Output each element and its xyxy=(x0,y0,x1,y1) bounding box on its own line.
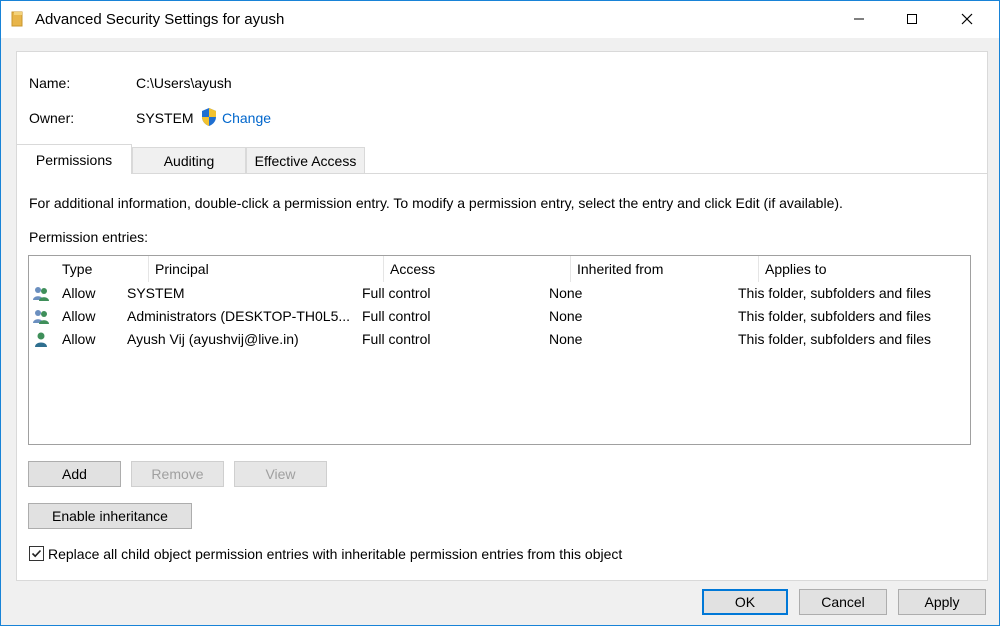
table-row[interactable]: Allow SYSTEM Full control None This fold… xyxy=(29,282,970,305)
enable-inheritance-button[interactable]: Enable inheritance xyxy=(28,503,192,529)
tab-auditing[interactable]: Auditing xyxy=(132,147,246,173)
add-button[interactable]: Add xyxy=(28,461,121,487)
column-header-access[interactable]: Access xyxy=(384,256,571,282)
table-row[interactable]: Allow Administrators (DESKTOP-TH0L5... F… xyxy=(29,305,970,328)
column-header-principal[interactable]: Principal xyxy=(149,256,384,282)
tab-divider xyxy=(16,173,988,174)
close-icon xyxy=(961,12,973,28)
name-value: C:\Users\ayush xyxy=(136,75,232,91)
column-header-applies-to[interactable]: Applies to xyxy=(759,256,970,282)
maximize-icon xyxy=(906,12,918,28)
maximize-button[interactable] xyxy=(886,1,938,38)
cell-inherited-from: None xyxy=(549,285,583,301)
owner-label: Owner: xyxy=(29,110,75,126)
replace-child-permissions-checkbox[interactable] xyxy=(29,546,44,561)
window-title: Advanced Security Settings for ayush xyxy=(35,11,285,28)
tab-auditing-label: Auditing xyxy=(163,153,215,169)
cell-principal: Ayush Vij (ayushvij@live.in) xyxy=(127,331,299,347)
title-bar[interactable]: Advanced Security Settings for ayush xyxy=(1,1,999,38)
permission-entries-label: Permission entries: xyxy=(29,229,149,245)
cell-inherited-from: None xyxy=(549,331,583,347)
cell-principal: SYSTEM xyxy=(127,285,185,301)
cell-inherited-from: None xyxy=(549,308,583,324)
cell-principal: Administrators (DESKTOP-TH0L5... xyxy=(127,308,351,324)
tab-effective-access[interactable]: Effective Access xyxy=(246,147,365,173)
single-user-icon xyxy=(32,331,50,350)
instructions-text: For additional information, double-click… xyxy=(29,195,843,211)
group-users-icon xyxy=(32,285,50,304)
column-header-inherited-from[interactable]: Inherited from xyxy=(571,256,759,282)
advanced-security-window: Advanced Security Settings for ayush Nam… xyxy=(0,0,1000,626)
ok-button[interactable]: OK xyxy=(702,589,788,615)
column-header-type[interactable]: Type xyxy=(56,256,149,282)
name-label: Name: xyxy=(29,75,71,91)
minimize-button[interactable] xyxy=(833,1,885,38)
owner-value: SYSTEM xyxy=(136,110,194,126)
view-button[interactable]: View xyxy=(234,461,327,487)
replace-child-permissions-label[interactable]: Replace all child object permission entr… xyxy=(48,546,622,562)
permission-entries-list[interactable]: Type Principal Access Inherited from App… xyxy=(28,255,971,445)
tab-permissions-label: Permissions xyxy=(35,152,113,168)
cell-applies-to: This folder, subfolders and files xyxy=(738,285,931,301)
folder-icon xyxy=(11,11,25,30)
minimize-icon xyxy=(853,12,865,28)
tab-permissions[interactable]: Permissions xyxy=(16,144,132,174)
cell-access: Full control xyxy=(362,285,431,301)
close-button[interactable] xyxy=(941,1,993,38)
tab-effective-access-label: Effective Access xyxy=(254,153,357,169)
cell-applies-to: This folder, subfolders and files xyxy=(738,308,931,324)
cell-access: Full control xyxy=(362,331,431,347)
cell-access: Full control xyxy=(362,308,431,324)
change-owner-link[interactable]: Change xyxy=(222,110,271,126)
cell-applies-to: This folder, subfolders and files xyxy=(738,331,931,347)
uac-shield-icon xyxy=(200,107,218,130)
cancel-button[interactable]: Cancel xyxy=(799,589,887,615)
table-row[interactable]: Allow Ayush Vij (ayushvij@live.in) Full … xyxy=(29,328,970,351)
apply-button[interactable]: Apply xyxy=(898,589,986,615)
group-users-icon xyxy=(32,308,50,327)
remove-button[interactable]: Remove xyxy=(131,461,224,487)
